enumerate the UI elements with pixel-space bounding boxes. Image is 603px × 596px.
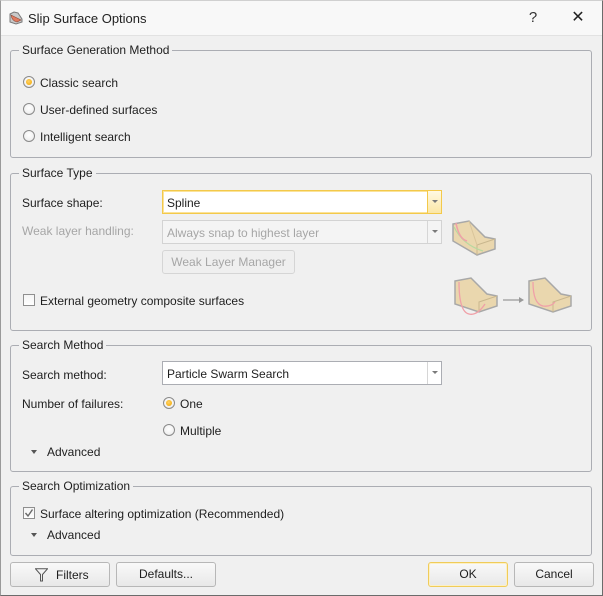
search-optimization-legend: Search Optimization (19, 478, 134, 494)
search-method-value: Particle Swarm Search (167, 367, 290, 381)
help-button[interactable]: ? (523, 8, 543, 28)
expander-triangle-icon (31, 533, 37, 537)
weak-layer-label: Weak layer handling: (22, 224, 134, 238)
radio-failures-one[interactable]: One (163, 396, 283, 412)
search-method-advanced-expander[interactable]: Advanced (29, 444, 129, 460)
surface-shape-value: Spline (167, 196, 201, 210)
close-button[interactable]: ✕ (567, 8, 589, 28)
radio-user-defined-surfaces[interactable]: User-defined surfaces (23, 102, 223, 118)
radio-intelligent-search[interactable]: Intelligent search (23, 129, 223, 145)
cancel-button[interactable]: Cancel (514, 562, 594, 587)
surface-altering-checkbox-row[interactable]: Surface altering optimization (Recommend… (23, 506, 323, 522)
filters-label: Filters (56, 568, 89, 582)
surface-generation-legend: Surface Generation Method (19, 42, 173, 58)
external-geometry-checkbox-row[interactable]: External geometry composite surfaces (23, 293, 263, 309)
surface-type-legend: Surface Type (19, 165, 96, 181)
surface-altering-label: Surface altering optimization (Recommend… (40, 507, 285, 521)
ok-button[interactable]: OK (428, 562, 508, 587)
radio-failures-multiple[interactable]: Multiple (163, 423, 283, 439)
radio-indicator[interactable] (23, 130, 35, 142)
expander-triangle-icon (31, 450, 37, 454)
external-geometry-label: External geometry composite surfaces (40, 294, 245, 308)
help-icon: ? (528, 9, 538, 26)
composite-surface-illustration (454, 277, 572, 315)
chevron-down-icon[interactable] (427, 221, 441, 243)
radio-label: Multiple (180, 424, 222, 438)
chevron-down-icon[interactable] (427, 362, 441, 384)
search-method-legend: Search Method (19, 337, 107, 353)
filter-icon (35, 568, 48, 582)
slip-surface-app-icon (9, 11, 23, 25)
cancel-label: Cancel (535, 567, 573, 581)
weak-layer-manager-button[interactable]: Weak Layer Manager (162, 250, 295, 274)
search-method-label: Search method: (22, 368, 107, 382)
radio-label: User-defined surfaces (40, 103, 158, 117)
weak-layer-illustration (452, 220, 496, 256)
ok-label: OK (459, 567, 477, 581)
close-icon: ✕ (571, 9, 585, 26)
search-method-dropdown[interactable]: Particle Swarm Search (162, 361, 442, 385)
radio-label: Intelligent search (40, 130, 131, 144)
search-optimization-group: Search Optimization Surface altering opt… (10, 478, 592, 556)
slip-surface-options-dialog: Slip Surface Options ? ✕ Surface Generat… (0, 0, 603, 596)
advanced-label: Advanced (47, 528, 101, 542)
radio-classic-search[interactable]: Classic search (23, 75, 223, 91)
radio-indicator[interactable] (163, 397, 175, 409)
surface-generation-group: Surface Generation Method Classic search… (10, 42, 592, 158)
surface-shape-dropdown[interactable]: Spline (162, 190, 442, 214)
weak-layer-dropdown[interactable]: Always snap to highest layer (162, 220, 442, 244)
external-geometry-checkbox[interactable] (23, 294, 35, 306)
radio-indicator[interactable] (23, 103, 35, 115)
filters-button[interactable]: Filters (10, 562, 110, 587)
dialog-title: Slip Surface Options (28, 11, 147, 26)
radio-indicator[interactable] (23, 76, 35, 88)
surface-shape-label: Surface shape: (22, 196, 103, 210)
search-optimization-advanced-expander[interactable]: Advanced (29, 527, 129, 543)
radio-label: One (180, 397, 203, 411)
advanced-label: Advanced (47, 445, 101, 459)
checkmark-icon (24, 509, 34, 518)
weak-layer-manager-label: Weak Layer Manager (171, 255, 286, 269)
defaults-label: Defaults... (138, 567, 194, 581)
surface-type-group: Surface Type Surface shape: Spline Weak … (10, 165, 592, 331)
title-bar: Slip Surface Options ? ✕ (1, 1, 602, 36)
search-method-group: Search Method Search method: Particle Sw… (10, 337, 592, 472)
radio-indicator[interactable] (163, 424, 175, 436)
surface-altering-checkbox[interactable] (23, 507, 35, 519)
defaults-button[interactable]: Defaults... (116, 562, 216, 587)
number-of-failures-label: Number of failures: (22, 397, 124, 411)
radio-label: Classic search (40, 76, 119, 90)
weak-layer-value: Always snap to highest layer (167, 226, 320, 240)
chevron-down-icon[interactable] (427, 191, 441, 213)
